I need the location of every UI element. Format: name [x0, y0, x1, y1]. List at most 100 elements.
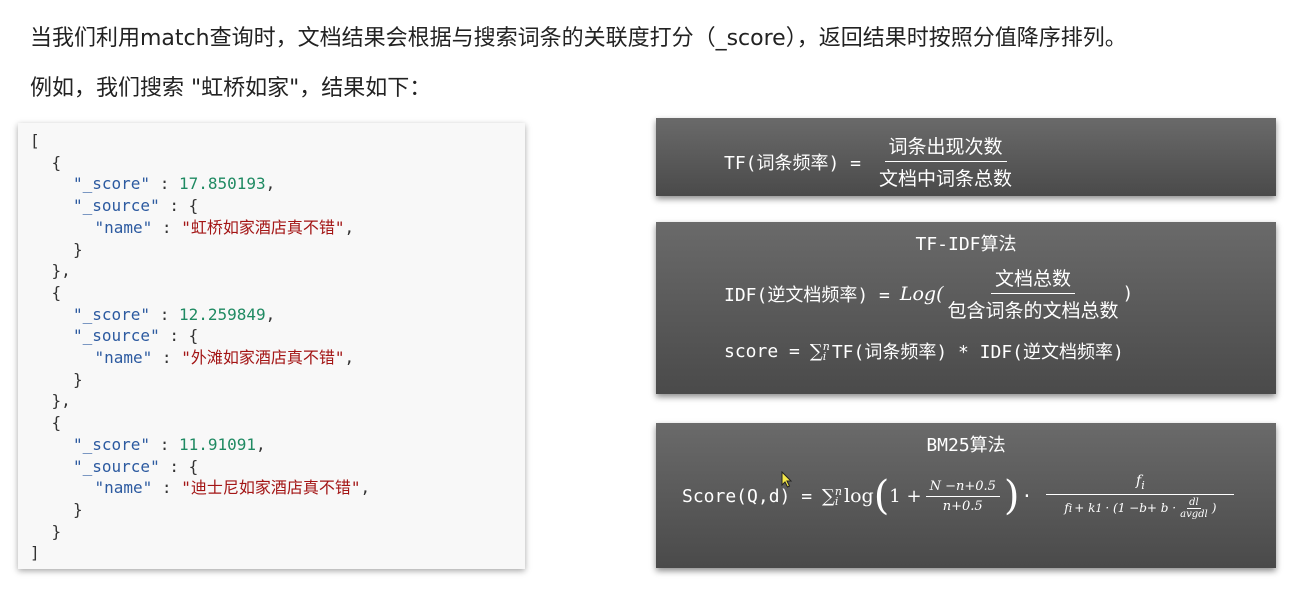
code-key: "name" [94, 478, 153, 498]
sigma-symbol: ∑ [809, 340, 823, 362]
code-bracket: { [188, 326, 199, 346]
code-line: "_score" : 11.91091, [73, 435, 266, 455]
code-line: }, [52, 391, 71, 411]
tf-lhs: TF(词条频率) = [724, 152, 862, 174]
bm25-formula-panel: BM25算法 Score(Q,d) = ∑ n i log ( 1 + N −n+0… [656, 423, 1276, 568]
code-key: "_source" [73, 326, 160, 346]
code-bracket: }, [51, 261, 71, 281]
code-punct: : [152, 478, 182, 498]
bm25-den-f-sub: i [1068, 501, 1073, 515]
code-number: 11.91091 [178, 434, 257, 454]
tf-formula-panel: TF(词条频率) = 词条出现次数 文档中词条总数 [656, 118, 1276, 196]
tf-fraction: 词条出现次数 文档中词条总数 [875, 132, 1016, 191]
code-key: "name" [94, 348, 153, 367]
score-lhs: score = [724, 340, 800, 362]
code-string: "外滩如家酒店真不错" [181, 348, 345, 367]
code-bracket: } [73, 499, 83, 519]
bm25-frac2-num: fi [1046, 473, 1235, 495]
code-line: }, [52, 261, 71, 281]
idf-close-paren: ) [1122, 283, 1134, 304]
tfidf-title: TF-IDF算法 [915, 234, 1017, 255]
bm25-den-k: + k [1074, 501, 1096, 516]
bm25-f-sub: i [1141, 478, 1145, 492]
code-bracket: [ [30, 131, 40, 150]
bm25-sigma-sub: i [834, 494, 839, 508]
code-punct: : [159, 326, 189, 346]
score-sum: ∑ n i [810, 341, 830, 362]
code-line: "_source" : { [73, 457, 198, 477]
bm25-close-paren: ) [1003, 473, 1020, 520]
bm25-open-paren: ( [873, 473, 890, 520]
bm25-log: log [844, 485, 874, 508]
tf-denominator: 文档中词条总数 [879, 168, 1013, 190]
intro-line-2: 例如，我们搜索 "虹桥如家"，结果如下： [30, 76, 432, 101]
tf-numerator: 词条出现次数 [884, 132, 1007, 162]
bm25-frac1-num: N −n+0.5 [925, 479, 1000, 497]
code-line: } [73, 500, 83, 520]
code-bracket: } [73, 239, 83, 259]
tfidf-formula-panel: TF-IDF算法 IDF(逆文档频率) = Log( 文档总数 包含词条的文档总… [656, 222, 1276, 394]
bm25-idf-fraction: N −n+0.5 n+0.5 [925, 479, 1000, 514]
code-line: "name" : "外滩如家酒店真不错", [95, 348, 355, 368]
bm25-dl: dl [1187, 496, 1201, 509]
code-key: "_source" [73, 456, 160, 476]
bm25-den-mid: · (1 −b+ b · [1105, 501, 1177, 516]
code-line: "name" : "迪士尼如家酒店真不错", [95, 478, 371, 498]
code-bracket: }, [51, 391, 71, 411]
code-punct: : [152, 217, 182, 237]
code-punct: , [344, 348, 355, 367]
code-line: "_score" : 12.259849, [73, 305, 275, 325]
code-bracket: { [188, 196, 199, 216]
idf-denominator: 包含词条的文档总数 [947, 300, 1119, 322]
code-punct: , [256, 434, 266, 454]
code-line: [ [30, 131, 40, 151]
idf-numerator: 文档总数 [991, 264, 1076, 294]
code-line: "_source" : { [73, 196, 198, 216]
bm25-frac1-den: n+0.5 [942, 498, 983, 514]
code-string: "虹桥如家酒店真不错" [181, 217, 345, 237]
code-key: "_score" [73, 304, 151, 324]
code-line: "_source" : { [73, 326, 198, 346]
idf-log: Log( [899, 282, 944, 305]
intro-line-1: 当我们利用match查询时，文档结果会根据与搜索词条的关联度打分（_score）… [30, 26, 1127, 51]
code-key: "_score" [73, 434, 151, 454]
bm25-tf-fraction: fi fi + k1 · (1 −b+ b · dl avgdl ) [1046, 473, 1235, 520]
code-key: "name" [94, 217, 153, 237]
code-line: } [73, 370, 83, 390]
bm25-title: BM25算法 [926, 435, 1006, 456]
bm25-one-plus: 1 + [889, 485, 922, 507]
code-punct: : [159, 456, 189, 476]
score-rhs: TF(词条频率) * IDF(逆文档频率) [831, 342, 1124, 363]
code-punct: : [150, 434, 179, 454]
bm25-lhs: Score(Q,d) = [682, 485, 813, 507]
json-code-block: [{"_score" : 17.850193, "_source" : {"nam… [18, 123, 525, 569]
idf-fraction: 文档总数 包含词条的文档总数 [944, 264, 1123, 323]
code-bracket: { [51, 282, 62, 302]
sigma-sub: i [822, 349, 827, 363]
idf-lhs: IDF(逆文档频率) = [724, 284, 890, 306]
code-punct: , [265, 174, 276, 194]
code-bracket: { [188, 456, 199, 476]
code-punct: , [360, 478, 371, 498]
code-bracket: { [51, 152, 62, 172]
bm25-den-close: ) [1211, 501, 1217, 516]
bm25-sum: ∑ n i [822, 486, 842, 507]
code-punct: : [152, 348, 182, 367]
code-punct: : [150, 174, 179, 194]
code-line: } [73, 240, 83, 260]
bm25-dot: · [1021, 485, 1033, 507]
code-punct: , [344, 217, 355, 237]
bm25-sigma-symbol: ∑ [822, 485, 835, 507]
code-line: { [52, 153, 62, 173]
code-line: "_score" : 17.850193, [73, 174, 275, 194]
code-bracket: } [51, 521, 62, 541]
code-key: "_score" [73, 174, 151, 194]
code-punct: , [265, 304, 276, 324]
code-bracket: ] [30, 543, 40, 563]
mouse-cursor-icon [781, 471, 793, 488]
code-line: } [52, 522, 62, 542]
bm25-avgdl: avgdl [1180, 508, 1208, 520]
bm25-den-k-sub: 1 [1095, 501, 1103, 515]
code-line: { [52, 283, 62, 303]
code-bracket: { [51, 413, 62, 433]
